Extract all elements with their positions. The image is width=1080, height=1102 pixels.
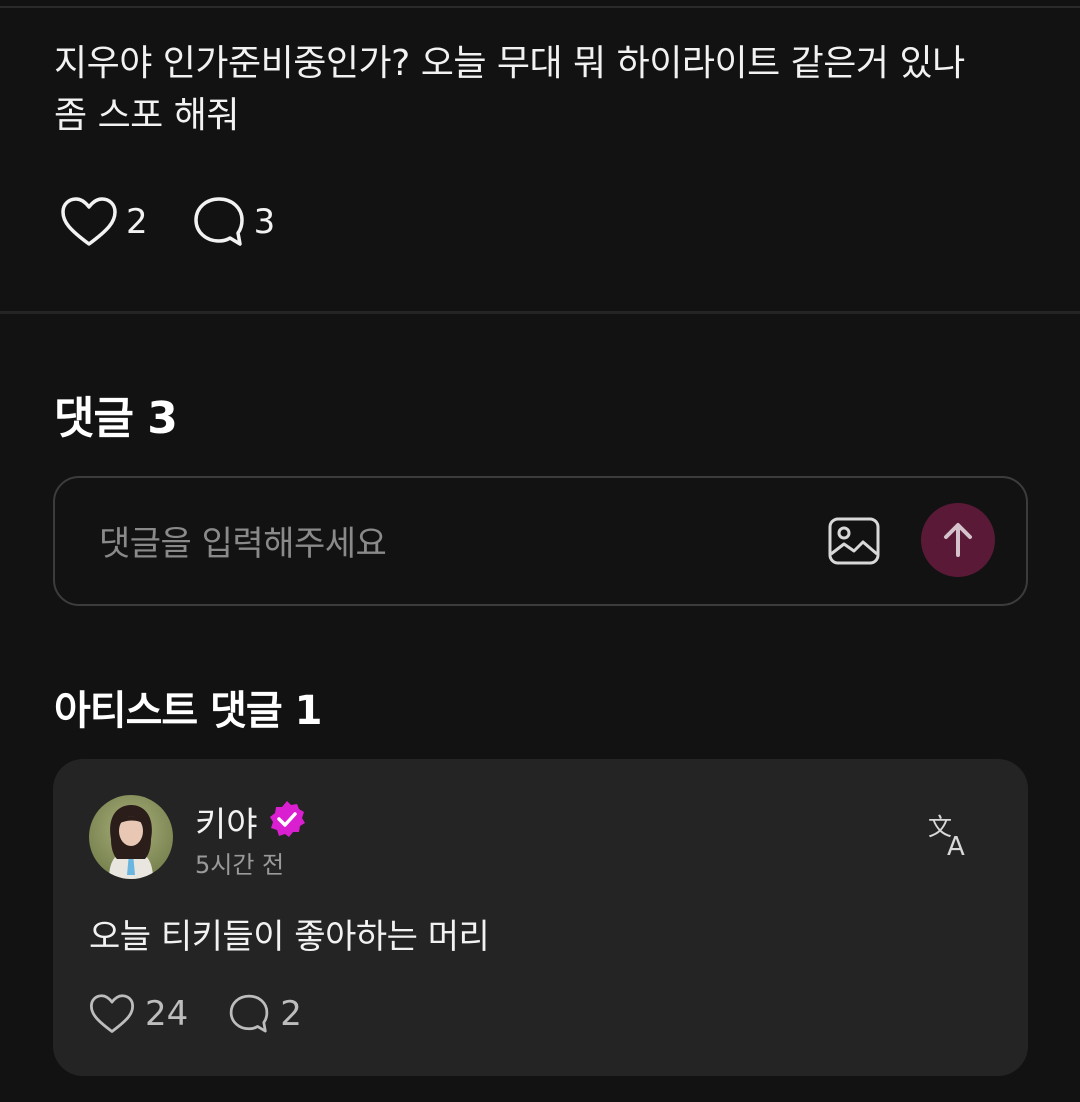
speech-bubble-icon (193, 197, 244, 246)
comment-time: 5시간 전 (195, 851, 285, 879)
comment-actions: 24 2 (89, 991, 302, 1037)
attach-image-button[interactable] (827, 516, 881, 566)
comment-input-placeholder[interactable]: 댓글을 입력해주세요 (99, 516, 387, 565)
speech-bubble-icon (230, 994, 269, 1033)
post-body: 지우야 인가준비중인가? 오늘 무대 뭐 하이라이트 같은거 있나 좀 스포 해… (54, 38, 1034, 142)
heart-outline-icon (61, 197, 117, 246)
translate-button[interactable]: 文 A (927, 811, 975, 862)
author-name[interactable]: 키야 (195, 797, 258, 846)
comment-reply-button[interactable]: 2 (228, 993, 302, 1035)
comment-like-button[interactable]: 24 (89, 993, 188, 1035)
svg-text:A: A (947, 832, 965, 859)
post-like-count: 2 (126, 202, 148, 242)
post-comment-button[interactable]: 3 (192, 195, 276, 249)
send-comment-button[interactable] (921, 503, 995, 577)
image-icon (828, 517, 880, 565)
arrow-up-icon (944, 523, 972, 557)
comments-title: 댓글 3 (54, 393, 178, 444)
avatar[interactable] (89, 795, 173, 879)
verified-badge-icon (270, 801, 305, 837)
artist-comment-card[interactable]: 키야 5시간 전 文 A 오늘 티키들이 좋아하는 머리 24 2 (53, 759, 1028, 1076)
heart-outline-icon (89, 994, 135, 1033)
post-text-line-1: 지우야 인가준비중인가? 오늘 무대 뭐 하이라이트 같은거 있나 (54, 43, 965, 84)
translate-icon: 文 A (928, 813, 965, 862)
comment-input-box[interactable]: 댓글을 입력해주세요 (53, 476, 1028, 606)
post-text-line-2: 좀 스포 해줘 (54, 95, 240, 136)
comment-reply-count: 2 (280, 994, 302, 1034)
post-comment-count: 3 (253, 202, 276, 242)
post-actions: 2 3 (60, 194, 275, 250)
artist-comments-title: 아티스트 댓글 1 (54, 688, 322, 734)
comment-like-count: 24 (145, 994, 189, 1034)
post-like-button[interactable]: 2 (60, 196, 148, 248)
section-divider (0, 311, 1080, 314)
comment-text: 오늘 티키들이 좋아하는 머리 (89, 917, 490, 957)
top-divider (0, 6, 1080, 8)
